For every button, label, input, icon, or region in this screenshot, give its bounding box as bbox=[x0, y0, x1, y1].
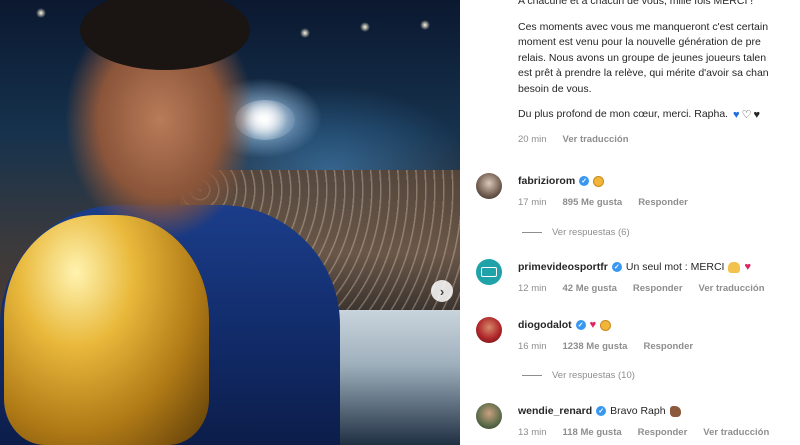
caption-line: Ces moments avec vous me manqueront c'es… bbox=[518, 20, 769, 33]
verified-badge-icon: ✓ bbox=[611, 262, 622, 272]
comment-time: 12 min bbox=[518, 283, 547, 294]
comment-text: Un seul mot : MERCI bbox=[625, 261, 725, 273]
post-photo[interactable]: › bbox=[0, 0, 460, 445]
reply-button[interactable]: Responder bbox=[643, 341, 693, 352]
avatar[interactable] bbox=[476, 317, 502, 343]
comment-username[interactable]: primevideosportfr bbox=[518, 261, 608, 273]
view-replies-label[interactable]: Ver respuestas (6) bbox=[552, 227, 630, 238]
prime-video-logo-icon bbox=[481, 267, 497, 277]
comment-time: 17 min bbox=[518, 197, 547, 208]
translate-link[interactable]: Ver traducción bbox=[703, 427, 769, 438]
avatar[interactable] bbox=[476, 173, 502, 199]
blue-heart-icon: ♥ bbox=[733, 109, 740, 121]
stadium-light bbox=[300, 28, 310, 38]
replies-dash bbox=[522, 375, 542, 376]
caption-time: 20 min bbox=[518, 133, 547, 145]
like-count[interactable]: 118 Me gusta bbox=[563, 427, 622, 438]
world-cup-trophy bbox=[4, 215, 209, 445]
reply-button[interactable]: Responder bbox=[638, 427, 688, 438]
translate-link[interactable]: Ver traducción bbox=[699, 283, 765, 294]
next-image-button[interactable]: › bbox=[431, 280, 453, 302]
comment-meta: 13 min 118 Me gusta Responder Ver traduc… bbox=[518, 427, 800, 438]
caption-signoff: Du plus profond de mon cœur, merci. Raph… bbox=[518, 107, 800, 124]
clap-icon bbox=[593, 175, 605, 187]
white-heart-icon: ♡ bbox=[741, 109, 752, 121]
comment-text: Bravo Raph bbox=[610, 405, 666, 417]
verified-badge-icon: ✓ bbox=[596, 406, 607, 416]
like-count[interactable]: 1238 Me gusta bbox=[563, 341, 628, 352]
chevron-right-icon: › bbox=[439, 283, 445, 299]
caption-line: A chacune et à chacun de vous, mille foi… bbox=[518, 0, 754, 7]
stadium-light bbox=[420, 20, 430, 30]
reply-button[interactable]: Responder bbox=[633, 283, 683, 294]
replies-dash bbox=[522, 232, 542, 233]
light-flare bbox=[235, 100, 295, 140]
comment-username[interactable]: fabriziorom bbox=[518, 175, 575, 187]
comment-item: primevideosportfr ✓ Un seul mot : MERCI … bbox=[476, 259, 800, 319]
clap-icon bbox=[600, 319, 612, 331]
like-count[interactable]: 42 Me gusta bbox=[563, 283, 617, 294]
caption-line: relais. Nous avons un groupe de jeunes j… bbox=[518, 51, 767, 64]
comment-item: fabriziorom ✓ 17 min 895 Me gusta Respon… bbox=[476, 173, 800, 233]
avatar[interactable] bbox=[476, 403, 502, 429]
flex-icon bbox=[669, 405, 681, 417]
comment-username[interactable]: wendie_renard bbox=[518, 405, 592, 417]
comment-time: 16 min bbox=[518, 341, 547, 352]
like-count[interactable]: 895 Me gusta bbox=[563, 197, 623, 208]
comment-item: wendie_renard ✓ Bravo Raph 13 min 118 Me… bbox=[476, 403, 800, 445]
caption-meta: 20 min Ver traducción bbox=[518, 132, 800, 148]
black-heart-icon: ♥ bbox=[753, 109, 760, 121]
comment-item: diogodalot ✓ ♥ 16 min 1238 Me gusta Resp… bbox=[476, 317, 800, 377]
verified-badge-icon: ✓ bbox=[579, 176, 590, 186]
view-replies[interactable]: Ver respuestas (10) bbox=[522, 370, 635, 381]
stadium-light bbox=[360, 22, 370, 32]
caption-line: moment est venu pour la nouvelle générat… bbox=[518, 36, 761, 48]
view-replies-label[interactable]: Ver respuestas (10) bbox=[552, 370, 635, 381]
red-heart-icon: ♥ bbox=[589, 319, 597, 331]
verified-badge-icon: ✓ bbox=[575, 320, 586, 330]
caption-line: est prêt à prendre la relève, qui mérite… bbox=[518, 67, 769, 79]
comment-meta: 12 min 42 Me gusta Responder Ver traducc… bbox=[518, 283, 800, 294]
caption-hearts: ♥ ♡ ♥ bbox=[733, 108, 760, 124]
translate-link[interactable]: Ver traducción bbox=[563, 132, 629, 148]
caption-line: besoin de vous. bbox=[518, 82, 592, 95]
comment-meta: 17 min 895 Me gusta Responder bbox=[518, 197, 800, 208]
comment-time: 13 min bbox=[518, 427, 547, 438]
avatar[interactable] bbox=[476, 259, 502, 285]
post-caption: A chacune et à chacun de vous, mille foi… bbox=[518, 0, 800, 147]
red-heart-icon: ♥ bbox=[744, 261, 751, 273]
comment-meta: 16 min 1238 Me gusta Responder bbox=[518, 341, 800, 352]
pray-icon bbox=[728, 261, 741, 273]
reply-button[interactable]: Responder bbox=[638, 197, 688, 208]
view-replies[interactable]: Ver respuestas (6) bbox=[522, 227, 630, 238]
comment-username[interactable]: diogodalot bbox=[518, 319, 572, 331]
stadium-light bbox=[36, 8, 46, 18]
